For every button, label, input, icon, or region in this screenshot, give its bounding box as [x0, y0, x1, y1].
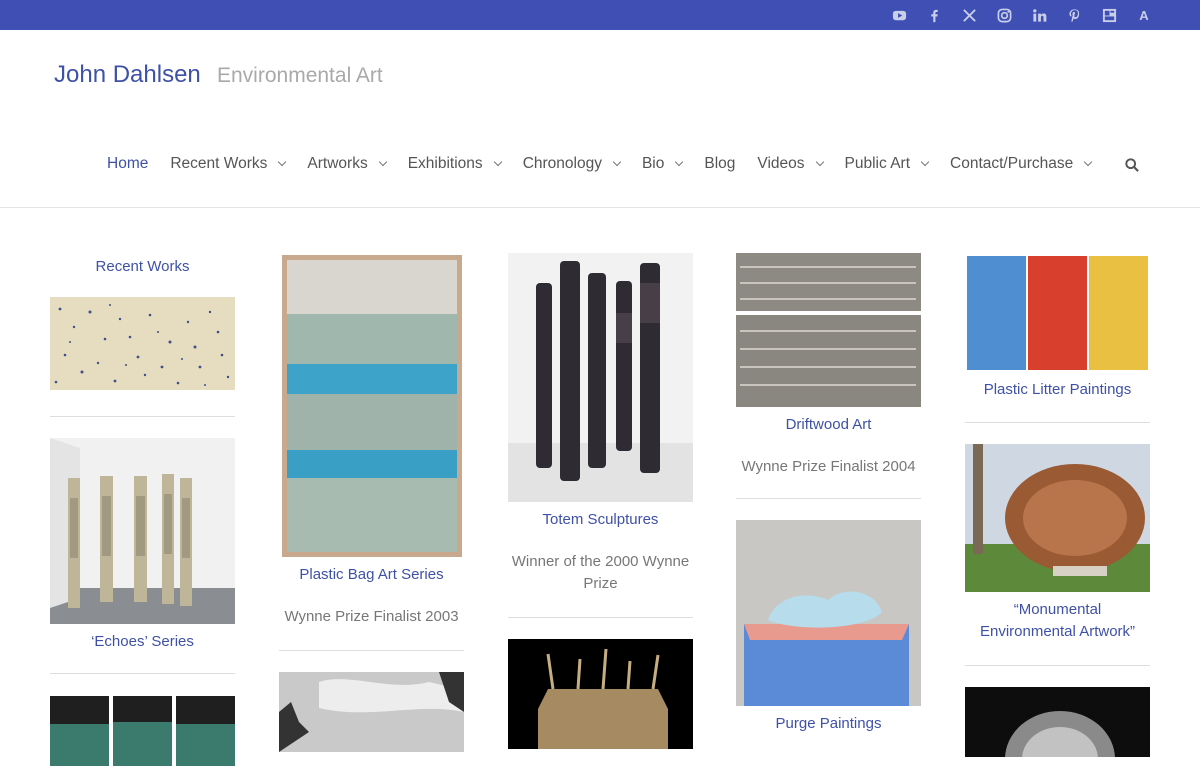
artwork-image[interactable]: [965, 687, 1150, 771]
artwork-image[interactable]: [508, 253, 693, 502]
card-separator: [279, 650, 464, 651]
chevron-down-icon: [920, 157, 930, 167]
chevron-down-icon: [493, 157, 502, 167]
top-bar: A: [0, 0, 1200, 30]
pinterest-icon[interactable]: [1066, 7, 1082, 23]
nav-label: Artworks: [307, 155, 368, 172]
card-purge: Purge Paintings: [736, 520, 921, 735]
card-title[interactable]: Plastic Bag Art Series: [279, 564, 464, 586]
artwork-image[interactable]: [50, 696, 235, 766]
grid-column-2: Plastic Bag Art Series Wynne Prize Final…: [279, 254, 464, 757]
instagram-icon[interactable]: [996, 7, 1012, 23]
main-nav: Home Recent Works Artworks Exhibitions C…: [107, 155, 1113, 173]
artwork-image[interactable]: [736, 520, 921, 706]
nav-label: Blog: [704, 155, 736, 172]
youtube-icon[interactable]: [891, 7, 907, 23]
artwork-image[interactable]: [279, 672, 464, 752]
card-plastic-litter: Plastic Litter Paintings: [965, 254, 1150, 401]
card-title[interactable]: “Monumental Environmental Artwork”: [965, 599, 1150, 643]
nav-label: Chronology: [522, 155, 602, 172]
grid-column-1: Recent Works ‘Echoes’ Series: [50, 254, 235, 771]
card-title[interactable]: ‘Echoes’ Series: [50, 631, 235, 653]
card-title[interactable]: Purge Paintings: [736, 713, 921, 735]
card-separator: [50, 416, 235, 417]
nav-label: Exhibitions: [407, 155, 483, 172]
card-monumental: “Monumental Environmental Artwork”: [965, 444, 1150, 643]
card-subtitle: Winner of the 2000 Wynne Prize: [511, 553, 690, 592]
rss-icon[interactable]: [1101, 7, 1117, 23]
artwork-image[interactable]: [50, 438, 235, 624]
card-title[interactable]: Driftwood Art: [736, 414, 921, 436]
header-divider: [0, 207, 1200, 208]
chevron-down-icon: [278, 157, 287, 167]
chevron-down-icon: [378, 157, 387, 167]
card-driftwood: Driftwood Art Wynne Prize Finalist 2004: [736, 253, 921, 478]
chevron-down-icon: [1083, 157, 1093, 167]
site-logo[interactable]: John Dahlsen: [54, 61, 201, 89]
grid-column-3: Totem Sculptures Winner of the 2000 Wynn…: [508, 253, 693, 754]
nav-label: Videos: [757, 155, 805, 172]
chevron-down-icon: [675, 157, 684, 167]
grid-column-5: Plastic Litter Paintings “Monumental Env…: [965, 254, 1150, 771]
artwork-image[interactable]: [279, 254, 464, 557]
card-separator: [965, 665, 1150, 666]
nav-artworks[interactable]: Artworks: [307, 155, 387, 173]
card-nets: [50, 696, 235, 771]
nav-recent-works[interactable]: Recent Works: [170, 155, 287, 173]
card-sculpture: [965, 687, 1150, 771]
nav-public-art[interactable]: Public Art: [844, 155, 930, 173]
artwork-image[interactable]: [736, 253, 921, 407]
nav-label: Home: [107, 155, 149, 172]
card-separator: [508, 617, 693, 618]
nav-chronology[interactable]: Chronology: [522, 155, 622, 173]
card-title[interactable]: Plastic Litter Paintings: [965, 379, 1150, 401]
card-recent-works: Recent Works: [50, 256, 235, 395]
card-title[interactable]: Recent Works: [50, 256, 235, 278]
card-plastic-bag: Plastic Bag Art Series Wynne Prize Final…: [279, 254, 464, 628]
facebook-icon[interactable]: [926, 7, 942, 23]
social-icons: A: [891, 7, 1152, 23]
card-separator: [50, 673, 235, 674]
search-icon[interactable]: [1125, 158, 1139, 172]
chevron-down-icon: [815, 157, 824, 167]
nav-label: Bio: [641, 155, 665, 172]
card-echoes: ‘Echoes’ Series: [50, 438, 235, 653]
card-subtitle: Wynne Prize Finalist 2004: [741, 458, 916, 475]
nav-label: Recent Works: [170, 155, 268, 172]
site-tagline: Environmental Art: [217, 64, 383, 87]
artwork-image[interactable]: [508, 639, 693, 749]
card-title[interactable]: Totem Sculptures: [508, 509, 693, 531]
card-separator: [736, 498, 921, 499]
nav-contact-purchase[interactable]: Contact/Purchase: [950, 155, 1093, 173]
artwork-image[interactable]: [965, 444, 1150, 592]
card-basket: [508, 639, 693, 754]
nav-exhibitions[interactable]: Exhibitions: [407, 155, 502, 173]
nav-label: Contact/Purchase: [950, 155, 1074, 172]
nav-blog[interactable]: Blog: [704, 155, 735, 173]
nav-videos[interactable]: Videos: [757, 155, 824, 173]
nav-home[interactable]: Home: [107, 155, 148, 173]
nav-label: Public Art: [844, 155, 911, 172]
artwork-image[interactable]: [50, 297, 235, 390]
card-separator: [965, 422, 1150, 423]
card-subtitle: Wynne Prize Finalist 2003: [284, 608, 459, 625]
card-totem: Totem Sculptures Winner of the 2000 Wynn…: [508, 253, 693, 595]
x-icon[interactable]: [961, 7, 977, 23]
grid-column-4: Driftwood Art Wynne Prize Finalist 2004 …: [736, 253, 921, 735]
a-icon[interactable]: A: [1136, 7, 1152, 23]
linkedin-icon[interactable]: [1031, 7, 1047, 23]
chevron-down-icon: [612, 157, 622, 167]
nav-bio[interactable]: Bio: [641, 155, 684, 173]
card-landscape: [279, 672, 464, 757]
artwork-image[interactable]: [965, 254, 1150, 372]
